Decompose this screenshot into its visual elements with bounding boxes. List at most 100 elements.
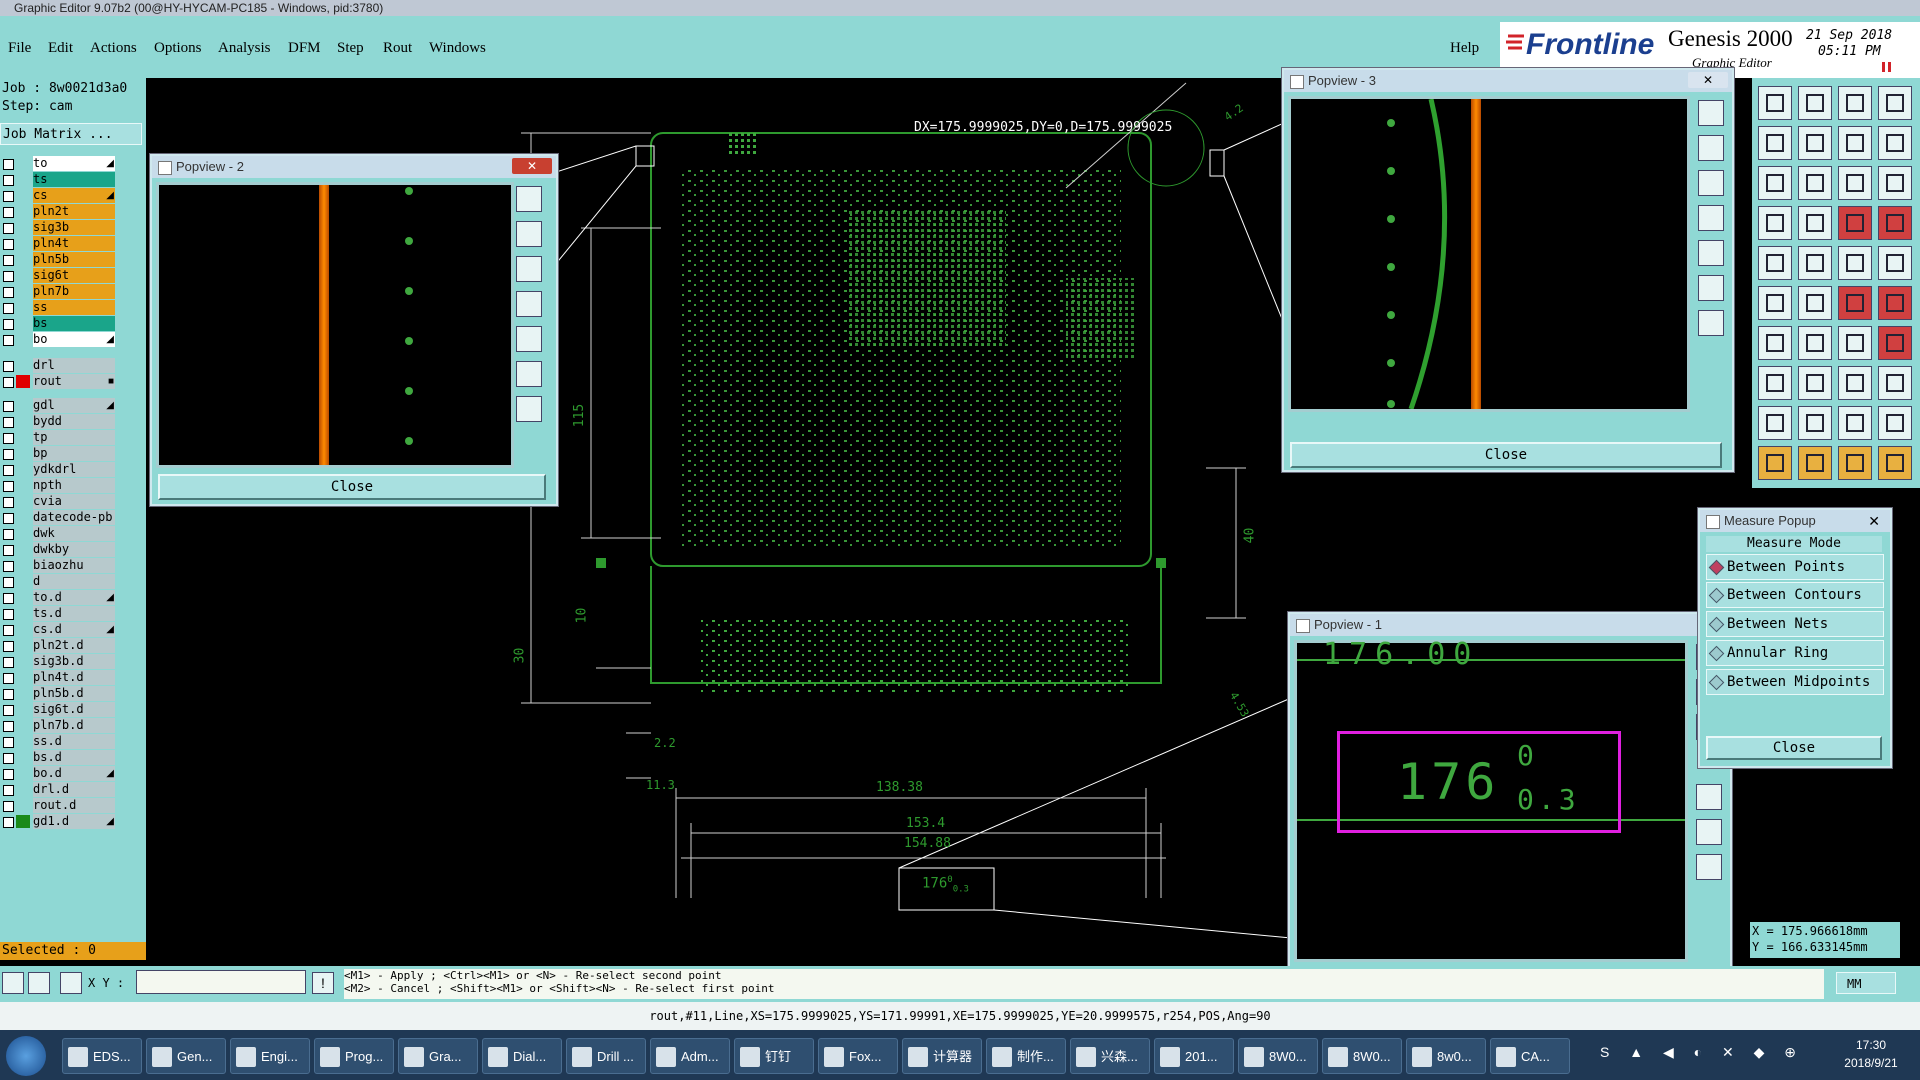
menu-rout[interactable]: Rout (383, 40, 412, 57)
layer-row-pln2t-d[interactable]: pln2t.d (0, 638, 118, 653)
layer-row-gdl[interactable]: gdl ◢ (0, 398, 118, 413)
swap-tool-icon[interactable] (1838, 126, 1872, 160)
taskbar-item-7[interactable]: Adm... (650, 1038, 730, 1074)
fit-icon[interactable] (1696, 819, 1722, 845)
layer-checkbox[interactable] (3, 529, 14, 540)
menu-windows[interactable]: Windows (429, 40, 486, 57)
zoom-in-icon[interactable] (516, 186, 542, 212)
cross-tool-icon[interactable] (1798, 286, 1832, 320)
layer-menu-arrow-icon[interactable]: ◢ (106, 156, 114, 171)
menu-actions[interactable]: Actions (90, 40, 137, 57)
layer-checkbox[interactable] (3, 319, 14, 330)
popview-1-view[interactable]: 176.00 176 0 0.3 (1294, 637, 1688, 962)
taskbar-item-17[interactable]: CA... (1490, 1038, 1570, 1074)
layer-row-pln5b-d[interactable]: pln5b.d (0, 686, 118, 701)
grid-icon[interactable] (60, 972, 82, 994)
fit-icon[interactable] (516, 361, 542, 387)
zoom-home-icon[interactable] (1698, 170, 1724, 196)
layer-checkbox[interactable] (3, 689, 14, 700)
layer-checkbox[interactable] (3, 417, 14, 428)
layer-row-datecode-pb[interactable]: datecode-pb (0, 510, 118, 525)
pan-right-icon[interactable] (1698, 240, 1724, 266)
measure-option-between-midpoints[interactable]: Between Midpoints (1706, 669, 1884, 695)
pan-left-icon[interactable] (1698, 205, 1724, 231)
layer-row-drl[interactable]: drl (0, 358, 118, 373)
hook-tool-icon[interactable] (1838, 326, 1872, 360)
layer-row-cs[interactable]: cs ◢ (0, 188, 118, 203)
layer-menu-arrow-icon[interactable]: ◢ (106, 332, 114, 347)
ruler-tool-icon[interactable] (1838, 246, 1872, 280)
popview-2-close-icon[interactable]: ✕ (512, 158, 552, 174)
layer-checkbox[interactable] (3, 401, 14, 412)
layer-checkbox[interactable] (3, 513, 14, 524)
layer-checkbox[interactable] (3, 303, 14, 314)
popview-1-titlebar[interactable]: Popview - 1 (1290, 614, 1730, 636)
taskbar-item-5[interactable]: Dial... (482, 1038, 562, 1074)
layer-checkbox[interactable] (3, 223, 14, 234)
taskbar-item-13[interactable]: 201... (1154, 1038, 1234, 1074)
layer-row-pln2t[interactable]: pln2t (0, 204, 118, 219)
taskbar-item-0[interactable]: EDS... (62, 1038, 142, 1074)
layer-checkbox[interactable] (3, 545, 14, 556)
pin-tool-icon[interactable] (1758, 366, 1792, 400)
pan-right-icon[interactable] (1696, 784, 1722, 810)
popview-3-view[interactable] (1288, 96, 1690, 412)
layer-row-pln7b[interactable]: pln7b (0, 284, 118, 299)
layer-row-gd1-d[interactable]: gd1.d ◢ (0, 814, 118, 829)
layers-red-2-tool-icon[interactable] (1878, 206, 1912, 240)
home-tool-icon[interactable] (1838, 86, 1872, 120)
layer-row-d[interactable]: d (0, 574, 118, 589)
layer-row-dwkby[interactable]: dwkby (0, 542, 118, 557)
layer-checkbox[interactable] (3, 609, 14, 620)
fit-view-tool-icon[interactable] (1758, 166, 1792, 200)
layer-row-cvia[interactable]: cvia (0, 494, 118, 509)
measure-option-between-nets[interactable]: Between Nets (1706, 611, 1884, 637)
angle-tool-icon[interactable] (1758, 326, 1792, 360)
split-tool-icon[interactable] (1878, 126, 1912, 160)
triangle-tool-icon[interactable] (1758, 406, 1792, 440)
layer-menu-arrow-icon[interactable]: ◢ (106, 590, 114, 605)
new-layer-tool-icon[interactable] (1758, 86, 1792, 120)
layer-row-ts-d[interactable]: ts.d (0, 606, 118, 621)
layer-checkbox[interactable] (3, 449, 14, 460)
xy-input[interactable] (136, 970, 306, 994)
layer-row-bp[interactable]: bp (0, 446, 118, 461)
measure-option-between-contours[interactable]: Between Contours (1706, 582, 1884, 608)
layer-row-to[interactable]: to ◢ (0, 156, 118, 171)
layer-row-sig3b-d[interactable]: sig3b.d (0, 654, 118, 669)
line-red-tool-icon[interactable] (1838, 286, 1872, 320)
layer-row-to-d[interactable]: to.d ◢ (0, 590, 118, 605)
popview-2-view[interactable] (156, 182, 514, 468)
menu-step[interactable]: Step (337, 40, 364, 57)
popview-3-titlebar[interactable]: Popview - 3 ✕ (1284, 70, 1732, 92)
layer-checkbox[interactable] (3, 271, 14, 282)
settings-tool-icon[interactable] (1758, 206, 1792, 240)
zoom-out-icon[interactable] (516, 221, 542, 247)
menu-options[interactable]: Options (154, 40, 202, 57)
help-tool-icon[interactable] (1878, 166, 1912, 200)
key-tool-icon[interactable] (1798, 206, 1832, 240)
measure-popup-close-button[interactable]: Close (1706, 736, 1882, 760)
zoom-home-icon[interactable] (516, 256, 542, 282)
menu-analysis[interactable]: Analysis (218, 40, 271, 57)
layer-checkbox[interactable] (3, 817, 14, 828)
layers-red-tool-icon[interactable] (1838, 206, 1872, 240)
pan-left-icon[interactable] (516, 291, 542, 317)
menu-file[interactable]: File (8, 40, 31, 57)
layer-checkbox[interactable] (3, 721, 14, 732)
layer-checkbox[interactable] (3, 561, 14, 572)
cursor-tool-icon[interactable] (1758, 446, 1792, 480)
layer-row-bs-d[interactable]: bs.d (0, 750, 118, 765)
triangle-3-tool-icon[interactable] (1838, 406, 1872, 440)
snap-icon[interactable] (2, 972, 24, 994)
layer-row-ss-d[interactable]: ss.d (0, 734, 118, 749)
layer-checkbox[interactable] (3, 577, 14, 588)
layer-checkbox[interactable] (3, 593, 14, 604)
layer-row-sig6t-d[interactable]: sig6t.d (0, 702, 118, 717)
zoom-out-icon[interactable] (1698, 135, 1724, 161)
layer-checkbox[interactable] (3, 255, 14, 266)
arrow-right-tool-icon[interactable] (1798, 126, 1832, 160)
layer-checkbox[interactable] (3, 335, 14, 346)
measure-icon[interactable] (28, 972, 50, 994)
layer-checkbox[interactable] (3, 239, 14, 250)
